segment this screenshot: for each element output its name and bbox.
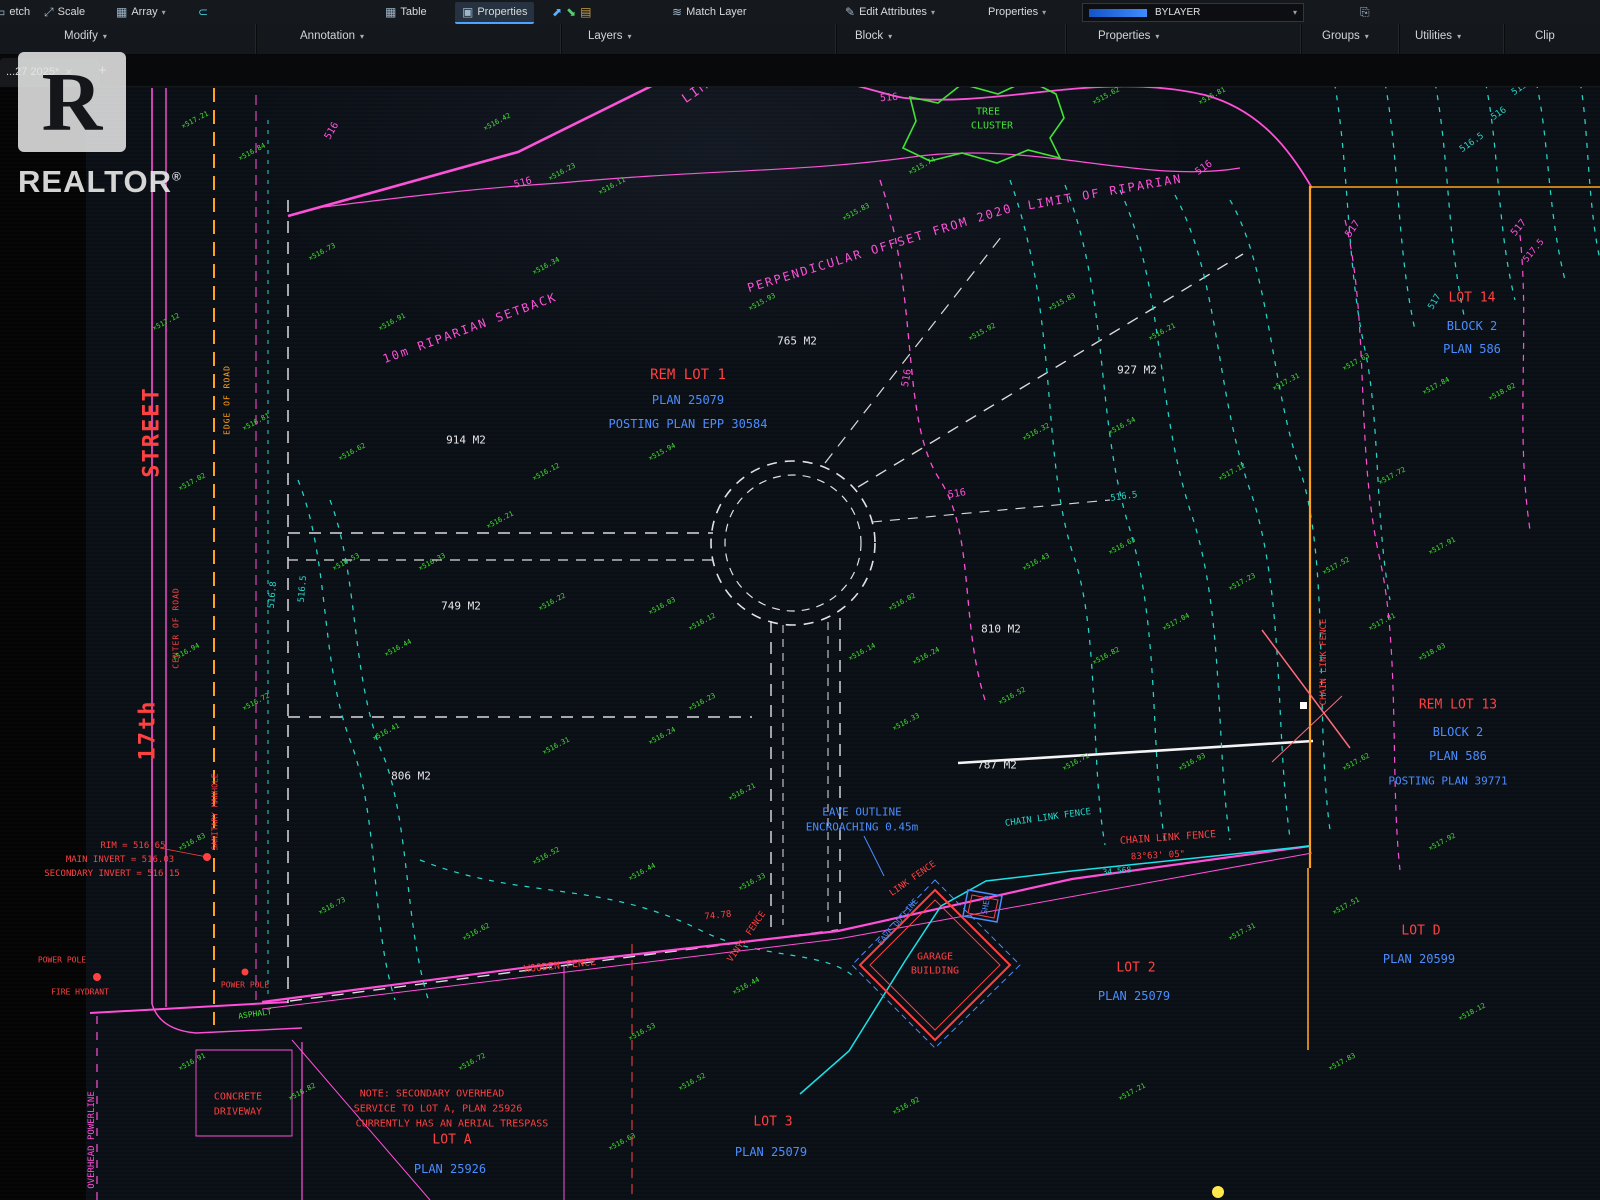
- scale-label: Scale: [58, 6, 86, 18]
- panel-annotation-label: Annotation: [300, 30, 355, 42]
- street-lines: [90, 88, 430, 1200]
- scale-button[interactable]: ⤢ Scale: [44, 2, 85, 22]
- properties-button-2[interactable]: Properties ▾: [988, 2, 1046, 22]
- array-icon: ▦: [116, 5, 127, 19]
- color-swatch: [1089, 9, 1147, 17]
- chevron-down-icon: ▾: [931, 8, 935, 17]
- properties-label: Properties: [477, 6, 527, 18]
- edit-attributes-button[interactable]: ✎ Edit Attributes ▾: [845, 2, 935, 22]
- table-label: Table: [400, 6, 426, 18]
- chevron-down-icon: ▾: [360, 32, 364, 41]
- match-layer-label: Match Layer: [686, 6, 747, 18]
- realtor-wordmark: REALTOR®: [18, 164, 182, 200]
- cad-application-window: STREET17thCENTER OF ROADEDGE OF ROADRIM …: [0, 0, 1600, 1200]
- stretch-button[interactable]: ▭ etch: [0, 2, 30, 22]
- panel-groups[interactable]: Groups ▾: [1322, 30, 1369, 42]
- panel-groups-label: Groups: [1322, 30, 1360, 42]
- panel-utilities[interactable]: Utilities ▾: [1415, 30, 1461, 42]
- file-tab-bar: ...27 2025* × +: [0, 55, 1600, 87]
- panel-divider: [1503, 24, 1505, 54]
- scale-icon: ⤢: [44, 5, 54, 20]
- match-layer-button[interactable]: ≋ Match Layer: [672, 2, 747, 22]
- panel-properties[interactable]: Properties ▾: [1098, 30, 1159, 42]
- contour-lines-teal: [298, 60, 1600, 1005]
- panel-modify-label: Modify: [64, 30, 98, 42]
- chevron-down-icon: ▾: [1293, 8, 1297, 17]
- realtor-logo: R: [18, 52, 126, 152]
- utility-symbols: [93, 848, 1224, 1198]
- fence-lines: [262, 630, 1350, 1200]
- panel-block-label: Block: [855, 30, 883, 42]
- misc-tool-button[interactable]: ⊂: [198, 2, 208, 22]
- color-dropdown[interactable]: BYLAYER ▾: [1082, 3, 1304, 22]
- green-arrow-icon: ⬊: [566, 5, 576, 19]
- edit-attributes-icon: ✎: [845, 5, 855, 19]
- table-button[interactable]: ▦ Table: [385, 2, 427, 22]
- garage-building: [852, 836, 1020, 1048]
- paste-icon: ⎘: [1360, 5, 1370, 20]
- chevron-down-icon: ▾: [628, 32, 632, 41]
- properties-button-active[interactable]: ▣ Properties: [455, 2, 534, 24]
- panel-divider: [560, 24, 562, 54]
- realtor-brand-text: REALTOR: [18, 164, 172, 199]
- panel-divider: [255, 24, 257, 54]
- lot-lines-white: [288, 200, 1313, 1003]
- edit-attributes-label: Edit Attributes: [859, 6, 927, 18]
- color-dropdown-value: BYLAYER: [1155, 7, 1200, 18]
- paste-button[interactable]: ⎘: [1360, 2, 1370, 22]
- array-button[interactable]: ▦ Array ▾: [116, 2, 166, 22]
- chevron-down-icon: ▾: [1155, 32, 1159, 41]
- registered-mark: ®: [172, 170, 182, 184]
- chevron-down-icon: ▾: [1457, 32, 1461, 41]
- ribbon-toolbar: ▭ etch ⤢ Scale ▦ Array ▾ ⊂ ▦ Table ▣ Pro…: [0, 0, 1600, 24]
- cul-de-sac: [711, 461, 875, 928]
- stretch-label: etch: [9, 6, 30, 18]
- chevron-down-icon: ▾: [1365, 32, 1369, 41]
- array-label: Array: [131, 6, 157, 18]
- panel-divider: [1398, 24, 1400, 54]
- panel-modify[interactable]: Modify ▾: [64, 30, 107, 42]
- panel-utilities-label: Utilities: [1415, 30, 1452, 42]
- properties2-label: Properties: [988, 6, 1038, 18]
- blue-arrow-icon: ⬈: [552, 5, 562, 19]
- panel-clipboard[interactable]: Clip: [1535, 30, 1555, 42]
- survey-drawing: [0, 0, 1600, 1200]
- table-icon: ▦: [385, 5, 396, 19]
- chevron-down-icon: ▾: [1042, 8, 1046, 17]
- chevron-down-icon: ▾: [162, 8, 166, 17]
- panel-layers-label: Layers: [588, 30, 623, 42]
- panel-clipboard-label: Clip: [1535, 30, 1555, 42]
- stretch-icon: ▭: [0, 5, 5, 19]
- panel-block[interactable]: Block ▾: [855, 30, 892, 42]
- misc-tool-icon: ⊂: [198, 5, 208, 19]
- panel-annotation[interactable]: Annotation ▾: [300, 30, 364, 42]
- realtor-watermark: R REALTOR®: [18, 52, 182, 200]
- property-line-orange: [1308, 186, 1600, 1050]
- quick-tools-group[interactable]: ⬈ ⬊ ▤: [552, 2, 591, 22]
- ribbon-panel-row: Modify ▾ Annotation ▾ Layers ▾ Block ▾ P…: [0, 24, 1600, 55]
- chevron-down-icon: ▾: [888, 32, 892, 41]
- panel-properties-label: Properties: [1098, 30, 1150, 42]
- panel-divider: [1300, 24, 1302, 54]
- boundary-lines-magenta: [288, 62, 1530, 870]
- match-layer-icon: ≋: [672, 5, 682, 19]
- list-icon: ▤: [580, 5, 591, 19]
- panel-divider: [835, 24, 837, 54]
- properties-icon: ▣: [462, 5, 473, 19]
- panel-layers[interactable]: Layers ▾: [588, 30, 632, 42]
- chevron-down-icon: ▾: [103, 32, 107, 41]
- panel-divider: [1065, 24, 1067, 54]
- realtor-logo-letter: R: [42, 54, 103, 151]
